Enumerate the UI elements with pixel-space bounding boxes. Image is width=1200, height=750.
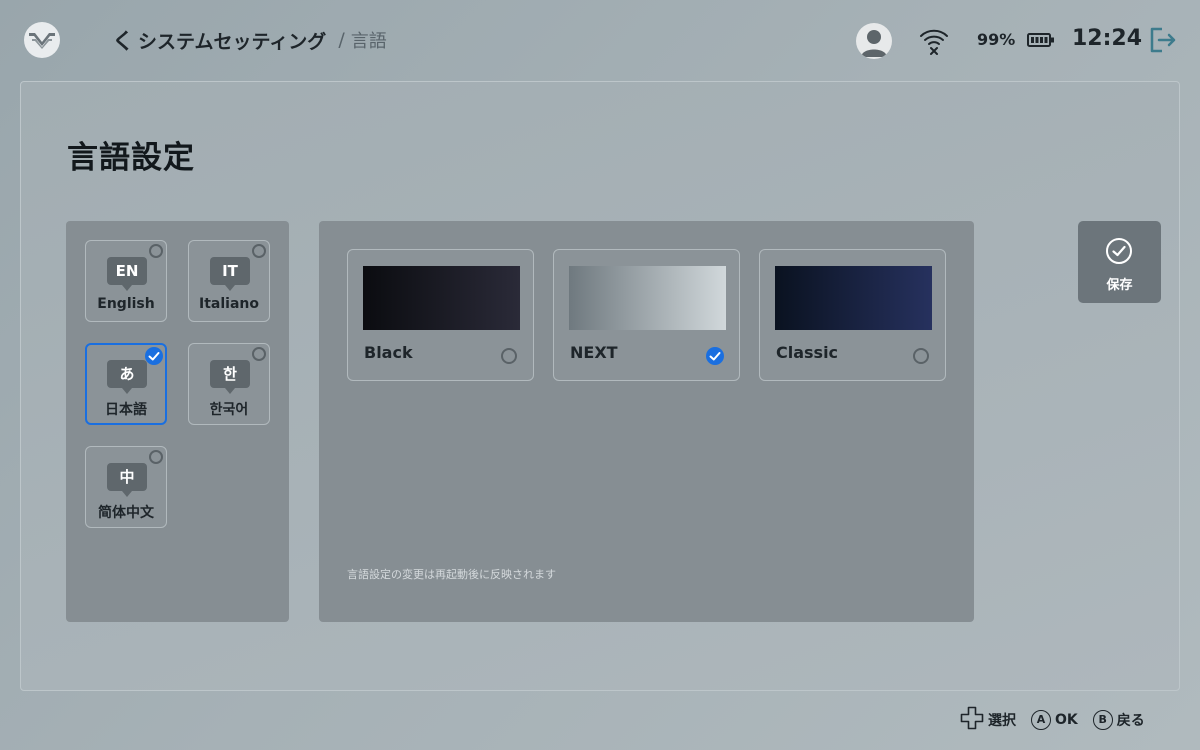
- save-label: 保存: [1106, 278, 1133, 293]
- language-panel: EN English IT Italiano あ 日本語 한 한국어 中 简体中…: [66, 221, 289, 622]
- hint-back: B 戻る: [1092, 710, 1145, 730]
- check-circle-icon: [1105, 237, 1133, 265]
- top-bar: く システムセッティング / 言語 99% 12:24: [0, 0, 1200, 80]
- b-button-icon: B: [1092, 710, 1113, 730]
- theme-label: Classic: [776, 343, 839, 362]
- restart-note: 言語設定の変更は再起動後に反映されます: [347, 568, 556, 581]
- theme-panel: Black NEXT Classic 言語設定の変更は再起動後に反映されます: [319, 221, 974, 622]
- theme-option-next[interactable]: NEXT: [553, 249, 740, 381]
- language-badge: EN: [107, 257, 147, 291]
- radio-unchecked-icon: [149, 244, 163, 258]
- theme-preview-black: [363, 266, 520, 330]
- language-label: English: [97, 296, 155, 312]
- language-option-korean[interactable]: 한 한국어: [188, 343, 270, 425]
- language-badge: IT: [210, 257, 250, 291]
- exit-icon[interactable]: [1148, 26, 1178, 54]
- language-label: 한국어: [209, 402, 249, 418]
- radio-unchecked-icon: [252, 244, 266, 258]
- language-option-simplified-chinese[interactable]: 中 简体中文: [85, 446, 167, 528]
- breadcrumb: く システムセッティング / 言語: [112, 24, 387, 56]
- hint-label: 戻る: [1116, 713, 1145, 729]
- language-label: 日本語: [105, 402, 147, 418]
- battery-percent: 99%: [977, 30, 1016, 49]
- hint-select: 選択: [960, 706, 1016, 734]
- button-hints: 選択 A OK B 戻る: [960, 706, 1145, 734]
- check-selected-icon: [145, 347, 163, 365]
- a-button-icon: A: [1031, 710, 1051, 730]
- chevron-left-icon: く: [112, 30, 135, 55]
- clock: 12:24: [1072, 26, 1143, 51]
- battery-icon: [1027, 32, 1055, 48]
- console-logo-icon: [24, 22, 60, 58]
- hint-ok: A OK: [1031, 710, 1078, 730]
- theme-option-black[interactable]: Black: [347, 249, 534, 381]
- language-option-english[interactable]: EN English: [85, 240, 167, 322]
- language-label: Italiano: [199, 296, 259, 312]
- language-badge: 한: [210, 360, 250, 394]
- page-title: 言語設定: [67, 140, 195, 176]
- save-button[interactable]: 保存: [1078, 221, 1161, 303]
- language-label: 简体中文: [98, 505, 154, 521]
- wifi-disconnected-icon: [919, 27, 949, 55]
- language-option-italiano[interactable]: IT Italiano: [188, 240, 270, 322]
- language-badge: 中: [107, 463, 147, 497]
- hint-label: OK: [1055, 712, 1078, 728]
- hint-label: 選択: [988, 713, 1016, 729]
- user-avatar-icon[interactable]: [856, 23, 892, 59]
- theme-preview-classic: [775, 266, 932, 330]
- radio-unchecked-icon: [913, 348, 929, 364]
- language-option-japanese[interactable]: あ 日本語: [85, 343, 167, 425]
- language-badge: あ: [107, 360, 147, 394]
- back-to-system-settings-link[interactable]: く システムセッティング: [112, 24, 326, 56]
- radio-unchecked-icon: [252, 347, 266, 361]
- breadcrumb-parent-label: システムセッティング: [138, 30, 327, 53]
- theme-option-classic[interactable]: Classic: [759, 249, 946, 381]
- radio-unchecked-icon: [501, 348, 517, 364]
- breadcrumb-separator: /: [338, 29, 345, 51]
- dpad-icon: [960, 706, 984, 734]
- check-selected-icon: [706, 347, 724, 365]
- radio-unchecked-icon: [149, 450, 163, 464]
- theme-preview-next: [569, 266, 726, 330]
- theme-label: NEXT: [570, 343, 618, 362]
- theme-label: Black: [364, 343, 413, 362]
- breadcrumb-current: 言語: [350, 31, 387, 52]
